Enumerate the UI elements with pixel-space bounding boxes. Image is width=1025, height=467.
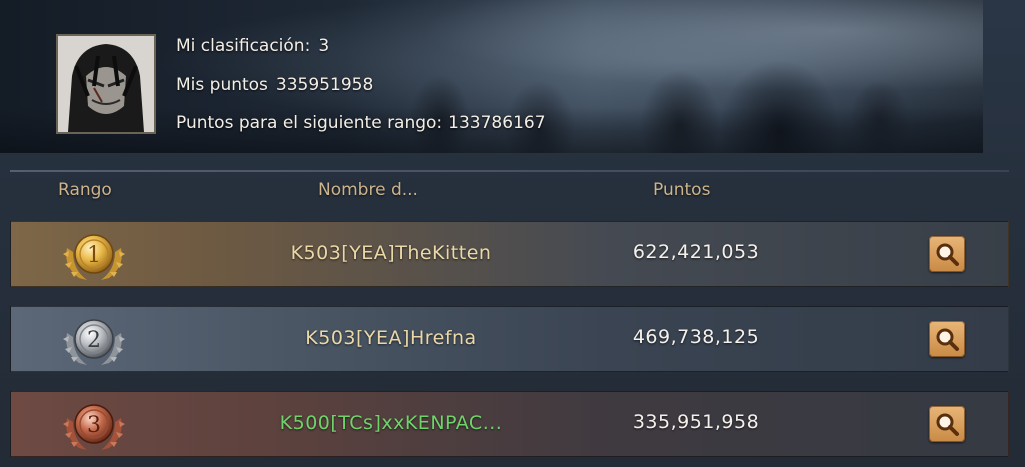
avatar[interactable] bbox=[56, 34, 156, 134]
table-row[interactable]: 1 K503[YEA]TheKitten 622,421,053 bbox=[10, 221, 1009, 287]
my-rank-value: 3 bbox=[318, 36, 330, 56]
table-row[interactable]: 3 K500[TCs]xxKENPAC... 335,951,958 bbox=[10, 391, 1009, 457]
player-name: K503[YEA]TheKitten bbox=[290, 242, 492, 264]
divider bbox=[10, 170, 1009, 172]
header-name: Nombre d... bbox=[318, 180, 418, 200]
next-rank-points-value: 133786167 bbox=[448, 113, 546, 133]
player-name: K500[TCs]xxKENPAC... bbox=[279, 412, 503, 434]
my-points-value: 335951958 bbox=[275, 75, 374, 95]
magnifier-icon bbox=[936, 243, 959, 266]
player-points: 335,951,958 bbox=[632, 411, 760, 433]
my-rank-line: Mi clasificación: 3 bbox=[176, 36, 329, 56]
medal-rank-text: 1 bbox=[87, 243, 101, 268]
next-rank-points-label: Puntos para el siguiente rango: bbox=[176, 113, 443, 133]
bronze-laurel-medal-icon: 3 bbox=[63, 404, 125, 450]
gold-laurel-medal-icon: 1 bbox=[63, 234, 125, 280]
magnifier-icon bbox=[936, 413, 959, 436]
header-rank: Rango bbox=[58, 180, 112, 200]
player-points: 469,738,125 bbox=[632, 326, 760, 348]
my-points-label: Mis puntos bbox=[176, 75, 268, 95]
table-row[interactable]: 2 K503[YEA]Hrefna 469,738,125 bbox=[10, 306, 1009, 372]
silver-laurel-medal-icon: 2 bbox=[63, 319, 125, 365]
medal-rank-text: 3 bbox=[87, 413, 101, 438]
my-points-line: Mis puntos 335951958 bbox=[176, 75, 373, 95]
magnifier-icon bbox=[936, 328, 959, 351]
next-rank-points-line: Puntos para el siguiente rango: 133786167 bbox=[176, 113, 546, 133]
avatar-portrait-icon bbox=[58, 36, 154, 132]
header-points: Puntos bbox=[653, 180, 711, 200]
player-name: K503[YEA]Hrefna bbox=[305, 327, 477, 349]
my-rank-label: Mi clasificación: bbox=[176, 36, 311, 56]
search-button[interactable] bbox=[929, 321, 965, 357]
search-button[interactable] bbox=[929, 236, 965, 272]
player-points: 622,421,053 bbox=[632, 241, 760, 263]
search-button[interactable] bbox=[929, 406, 965, 442]
medal-rank-text: 2 bbox=[87, 328, 101, 353]
